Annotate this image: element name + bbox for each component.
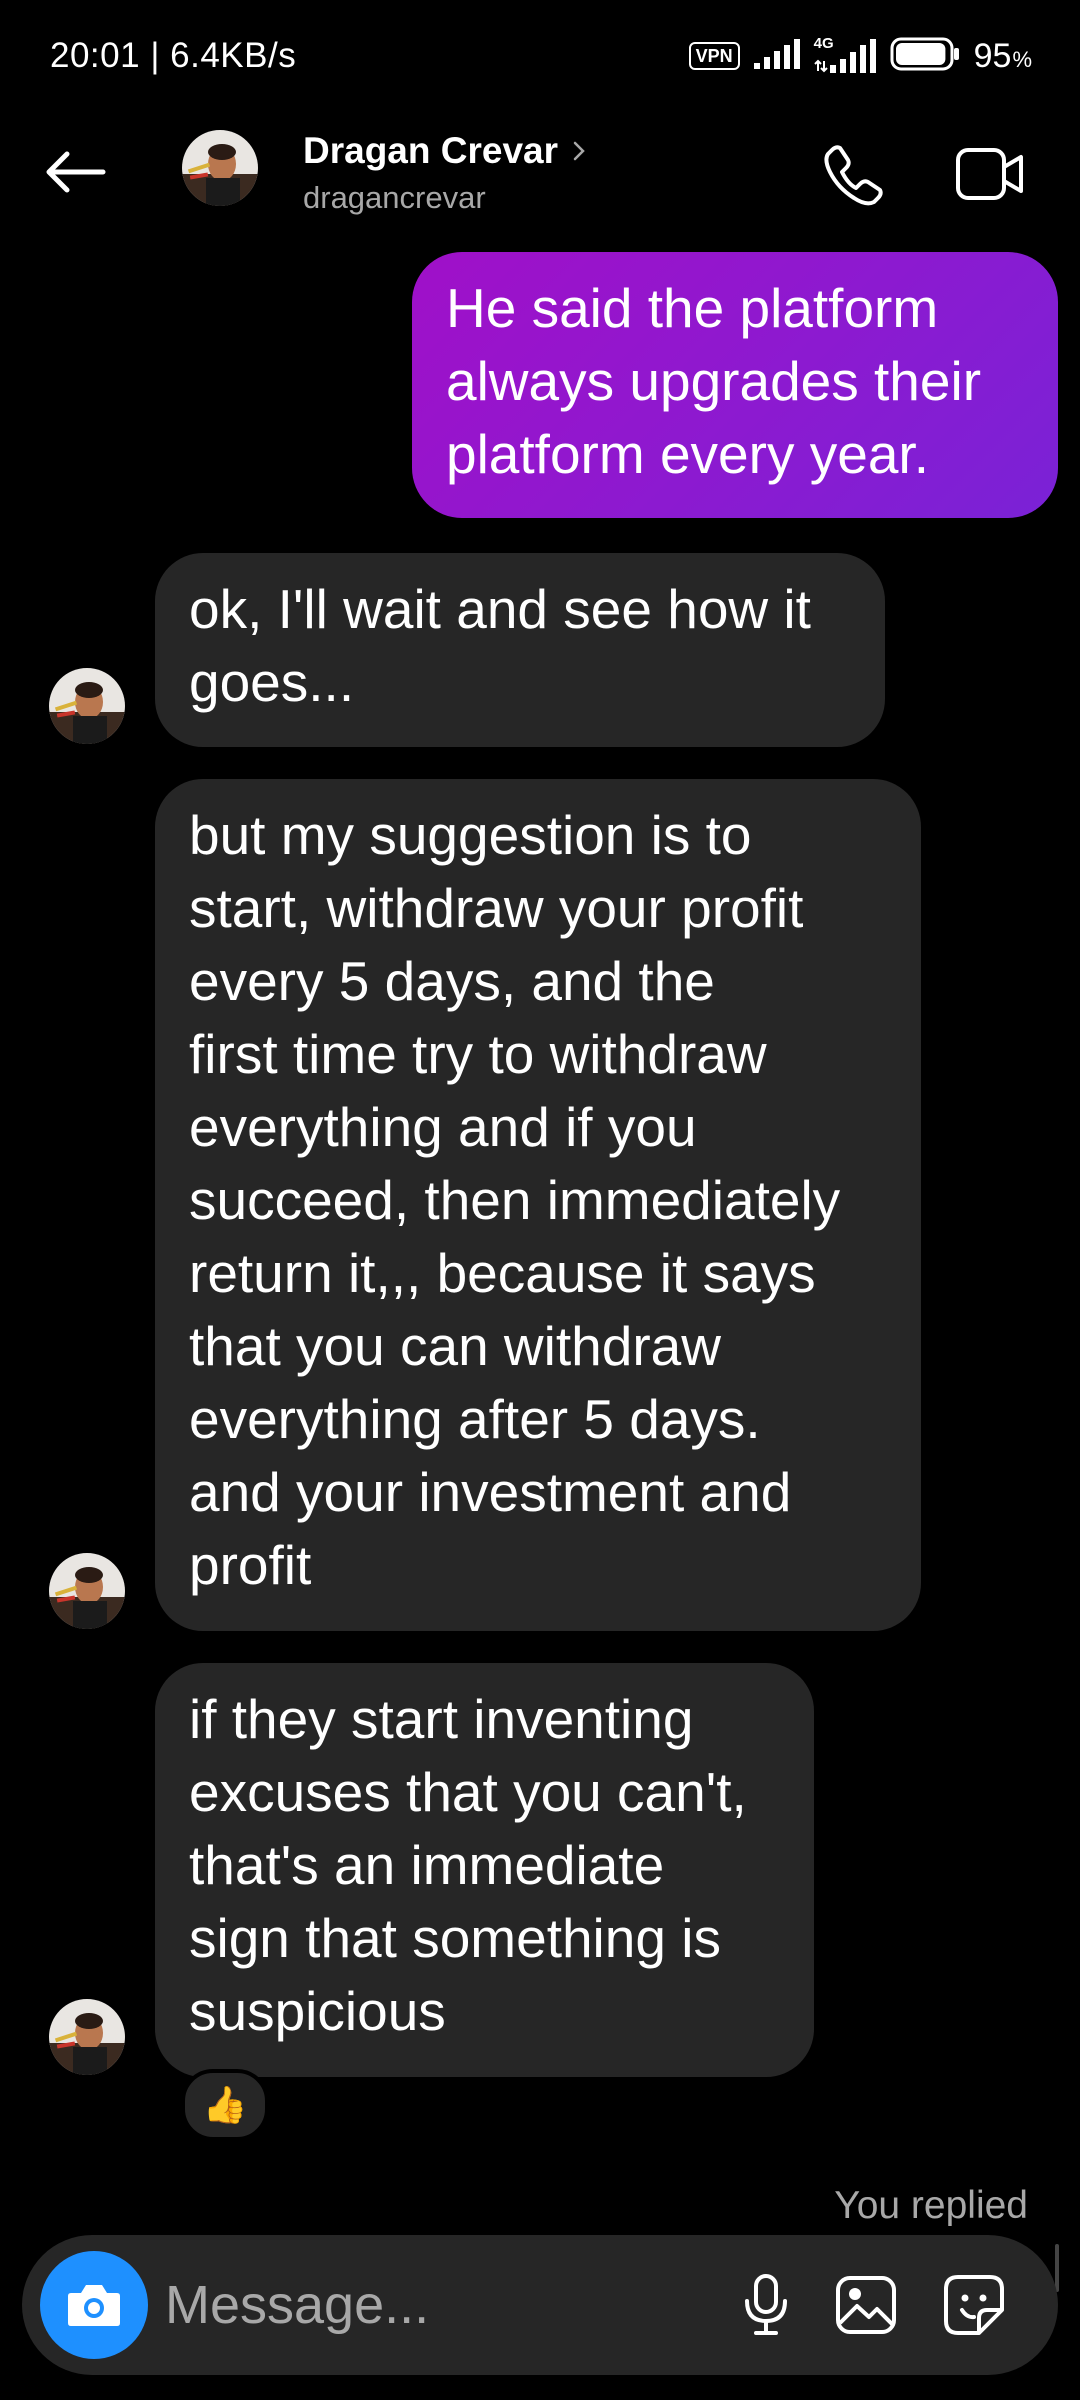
message-line: return it,,, because it says (189, 1242, 816, 1304)
back-arrow-icon (46, 151, 106, 193)
you-replied-label: You replied (834, 2184, 1028, 2227)
signal-icon (753, 38, 800, 74)
network-speed: 6.4KB/s (170, 36, 297, 75)
message-line: if they start inventing (189, 1688, 694, 1750)
battery-percent: 95% (974, 37, 1032, 76)
camera-icon (68, 2285, 120, 2326)
thumbs-up-icon: 👍 (202, 2084, 248, 2125)
message-line: platform every year. (446, 423, 929, 485)
contact-name: Dragan Crevar (303, 130, 559, 171)
scrollbar[interactable] (1055, 2244, 1059, 2292)
sticker-icon (944, 2275, 1004, 2335)
message-line: He said the platform (446, 277, 939, 339)
contact-name-row[interactable]: Dragan Crevar (303, 130, 586, 172)
message-line: always upgrades their (446, 350, 982, 412)
image-icon (836, 2276, 896, 2334)
message-line: suspicious (189, 1980, 446, 2042)
chevron-right-icon (572, 140, 586, 162)
message-received[interactable]: but my suggestion is to start, withdraw … (155, 779, 921, 1631)
message-line: that's an immediate (189, 1834, 665, 1896)
status-time: 20:01 (50, 36, 141, 75)
message-received[interactable]: ok, I'll wait and see how it goes... (155, 553, 885, 747)
contact-handle: dragancrevar (303, 180, 486, 215)
message-line: goes... (189, 651, 355, 713)
video-call-button[interactable] (952, 136, 1028, 212)
message-line: profit (189, 1534, 312, 1596)
sticker-button[interactable] (938, 2269, 1010, 2341)
vpn-badge: VPN (688, 42, 740, 70)
conversation-header: Dragan Crevar dragancrevar (0, 118, 1080, 226)
message-line: everything after 5 days. (189, 1388, 761, 1450)
message-line: every 5 days, and the (189, 950, 715, 1012)
message-line: and your investment and (189, 1461, 792, 1523)
avatar[interactable] (49, 668, 125, 744)
status-right: VPN 4G 95 % (688, 34, 1032, 78)
message-input[interactable] (165, 2265, 705, 2345)
microphone-button[interactable] (730, 2269, 802, 2341)
reaction-badge[interactable]: 👍 (181, 2069, 269, 2141)
message-list[interactable]: He said the platform always upgrades the… (0, 226, 1080, 2292)
message-line: that you can withdraw (189, 1315, 721, 1377)
avatar[interactable] (49, 1999, 125, 2075)
microphone-icon (745, 2274, 787, 2335)
message-line: everything and if you (189, 1096, 697, 1158)
message-line: ok, I'll wait and see how it (189, 578, 811, 640)
battery-percent-value: 95 (973, 36, 1012, 75)
message-line: excuses that you can't, (189, 1761, 747, 1823)
status-left: 20:01 | 6.4KB/s (50, 36, 296, 76)
message-composer (22, 2235, 1058, 2375)
video-camera-icon (956, 148, 1023, 200)
battery-percent-sign: % (1012, 46, 1032, 72)
avatar[interactable] (49, 1553, 125, 1629)
message-line: sign that something is (189, 1907, 721, 1969)
avatar[interactable] (182, 130, 258, 206)
message-line: start, withdraw your profit (189, 877, 804, 939)
status-separator: | (140, 36, 171, 75)
camera-button[interactable] (40, 2251, 148, 2359)
phone-icon (824, 145, 883, 206)
message-line: first time try to withdraw (189, 1023, 767, 1085)
gallery-button[interactable] (830, 2269, 902, 2341)
message-line: but my suggestion is to (189, 804, 752, 866)
back-button[interactable] (36, 140, 116, 204)
call-button[interactable] (816, 136, 892, 212)
status-bar: 20:01 | 6.4KB/s VPN 4G 95 % (0, 0, 1080, 118)
message-received[interactable]: if they start inventing excuses that you… (155, 1663, 814, 2077)
message-sent[interactable]: He said the platform always upgrades the… (412, 252, 1058, 518)
battery-icon (890, 37, 960, 76)
signal-4g-icon: 4G (814, 35, 876, 73)
message-line: succeed, then immediately (189, 1169, 841, 1231)
